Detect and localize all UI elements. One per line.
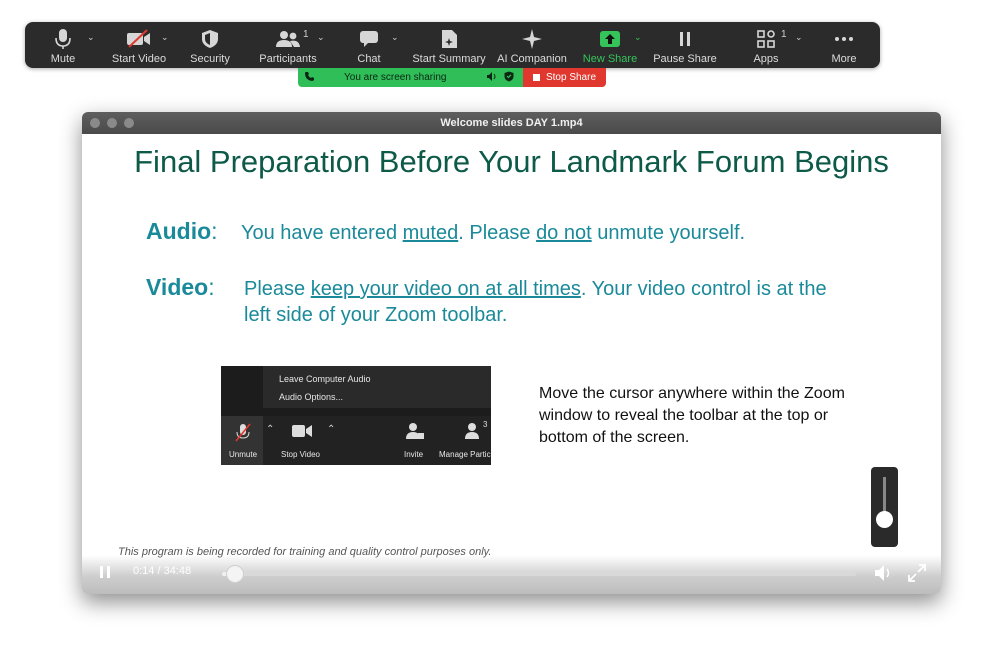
- mute-button[interactable]: Mute: [49, 22, 77, 68]
- audio-options-item: Audio Options...: [279, 392, 344, 402]
- zoom-meeting-toolbar: Mute ⌄ Start Video ⌄ Security Participan…: [25, 22, 880, 68]
- start-video-button[interactable]: Start Video: [109, 22, 169, 68]
- stop-share-button[interactable]: Stop Share: [523, 68, 606, 87]
- speaker-volume-icon: [875, 565, 890, 581]
- video-player-window: Welcome slides DAY 1.mp4 Final Preparati…: [82, 112, 941, 594]
- summary-icon: [440, 27, 458, 51]
- apps-label: Apps: [753, 53, 779, 65]
- share-options-chevron-icon[interactable]: ⌄: [634, 32, 642, 43]
- apps-count: 1: [781, 29, 787, 40]
- muted-link: muted: [402, 222, 459, 244]
- fullscreen-button[interactable]: [908, 564, 926, 587]
- minimize-window-button[interactable]: [107, 118, 117, 128]
- participants-button[interactable]: Participants: [258, 22, 318, 68]
- security-button[interactable]: Security: [188, 22, 232, 68]
- sharing-status: You are screen sharing: [298, 68, 523, 87]
- pause-icon: [678, 27, 692, 51]
- participant-count: 3: [483, 420, 488, 429]
- ai-companion-button[interactable]: AI Companion: [497, 22, 567, 68]
- speaker-icon: [486, 71, 498, 85]
- chat-chevron-icon[interactable]: ⌄: [391, 32, 399, 43]
- screenshot-toolbar: ⌃ ⌃ 3 Unmute Stop Video Invite Manage Pa…: [221, 416, 491, 465]
- audio-menu: Leave Computer Audio Audio Options...: [263, 366, 491, 408]
- new-share-label: New Share: [582, 53, 638, 65]
- more-icon: [834, 27, 854, 51]
- audio-heading: Audio:: [146, 218, 218, 244]
- participants-icon: [275, 27, 301, 51]
- progress-knob[interactable]: [226, 565, 244, 583]
- playback-controls: 0:14 / 34:48: [82, 555, 941, 594]
- phone-icon: [304, 71, 315, 85]
- chat-icon: [359, 27, 379, 51]
- security-label: Security: [190, 53, 230, 65]
- camera-off-icon: [126, 27, 152, 51]
- start-video-label: Start Video: [111, 53, 167, 65]
- start-summary-label: Start Summary: [412, 53, 486, 65]
- manage-participants-label: Manage Partici: [439, 450, 491, 459]
- participants-count: 1: [303, 29, 309, 40]
- volume-slider-knob[interactable]: [876, 511, 893, 528]
- stop-square-icon: [532, 74, 540, 81]
- share-arrow-icon: [599, 27, 621, 51]
- apps-chevron-icon[interactable]: ⌄: [795, 32, 803, 43]
- screen-sharing-banner: You are screen sharing Stop Share: [298, 68, 606, 87]
- invite-icon: [405, 422, 425, 445]
- close-window-button[interactable]: [90, 118, 100, 128]
- invite-label: Invite: [404, 450, 424, 459]
- apps-button[interactable]: Apps: [753, 22, 779, 68]
- microphone-icon: [55, 27, 71, 51]
- zoom-window-button[interactable]: [124, 118, 134, 128]
- playback-time: 0:14 / 34:48: [133, 565, 192, 577]
- video-caret-icon: ⌃: [327, 424, 336, 435]
- participants-chevron-icon[interactable]: ⌄: [317, 32, 325, 43]
- mic-caret-icon: ⌃: [266, 424, 275, 435]
- apps-icon: [757, 27, 775, 51]
- video-instructions: Please keep your video on at all times. …: [244, 278, 827, 326]
- chat-button[interactable]: Chat: [354, 22, 384, 68]
- sparkle-icon: [521, 27, 543, 51]
- shield-icon: [201, 27, 219, 51]
- window-controls: [90, 118, 134, 128]
- muted-mic-icon: [235, 423, 251, 448]
- progress-bar[interactable]: [222, 572, 856, 576]
- stop-video-label: Stop Video: [281, 450, 320, 459]
- slide-title: Final Preparation Before Your Landmark F…: [134, 144, 889, 179]
- participants-label: Participants: [259, 53, 317, 65]
- ai-companion-label: AI Companion: [497, 53, 567, 65]
- do-not-link: do not: [536, 222, 592, 244]
- mute-options-chevron-icon[interactable]: ⌄: [87, 32, 95, 43]
- manage-participants-icon: [463, 422, 483, 445]
- audio-instructions: You have entered muted. Please do not un…: [241, 222, 746, 244]
- volume-popup: [871, 467, 898, 547]
- chat-label: Chat: [357, 53, 381, 65]
- unmute-label: Unmute: [229, 450, 258, 459]
- video-camera-icon: [291, 424, 313, 443]
- video-on-link: keep your video on at all times: [310, 278, 581, 300]
- volume-button[interactable]: [874, 564, 894, 587]
- mute-label: Mute: [50, 53, 76, 65]
- stop-share-label: Stop Share: [545, 72, 597, 83]
- cursor-instructions: Move the cursor anywhere within the Zoom…: [539, 385, 845, 446]
- video-options-chevron-icon[interactable]: ⌄: [161, 32, 169, 43]
- pause-share-button[interactable]: Pause Share: [653, 22, 717, 68]
- sharing-status-text: You are screen sharing: [344, 72, 447, 83]
- zoom-toolbar-screenshot: Leave Computer Audio Audio Options... ⌃ …: [221, 366, 491, 465]
- window-titlebar: Welcome slides DAY 1.mp4: [82, 112, 941, 134]
- pause-playback-icon: [100, 566, 110, 578]
- video-heading: Video:: [146, 274, 215, 300]
- expand-icon: [908, 564, 926, 582]
- new-share-button[interactable]: New Share: [581, 22, 639, 68]
- pause-share-label: Pause Share: [653, 53, 717, 65]
- leave-computer-audio-item: Leave Computer Audio: [279, 374, 371, 384]
- more-label: More: [831, 53, 857, 65]
- pause-button[interactable]: [98, 565, 112, 582]
- window-title: Welcome slides DAY 1.mp4: [440, 117, 583, 129]
- more-button[interactable]: More: [830, 22, 858, 68]
- security-shield-icon: [504, 71, 514, 85]
- start-summary-button[interactable]: Start Summary: [411, 22, 487, 68]
